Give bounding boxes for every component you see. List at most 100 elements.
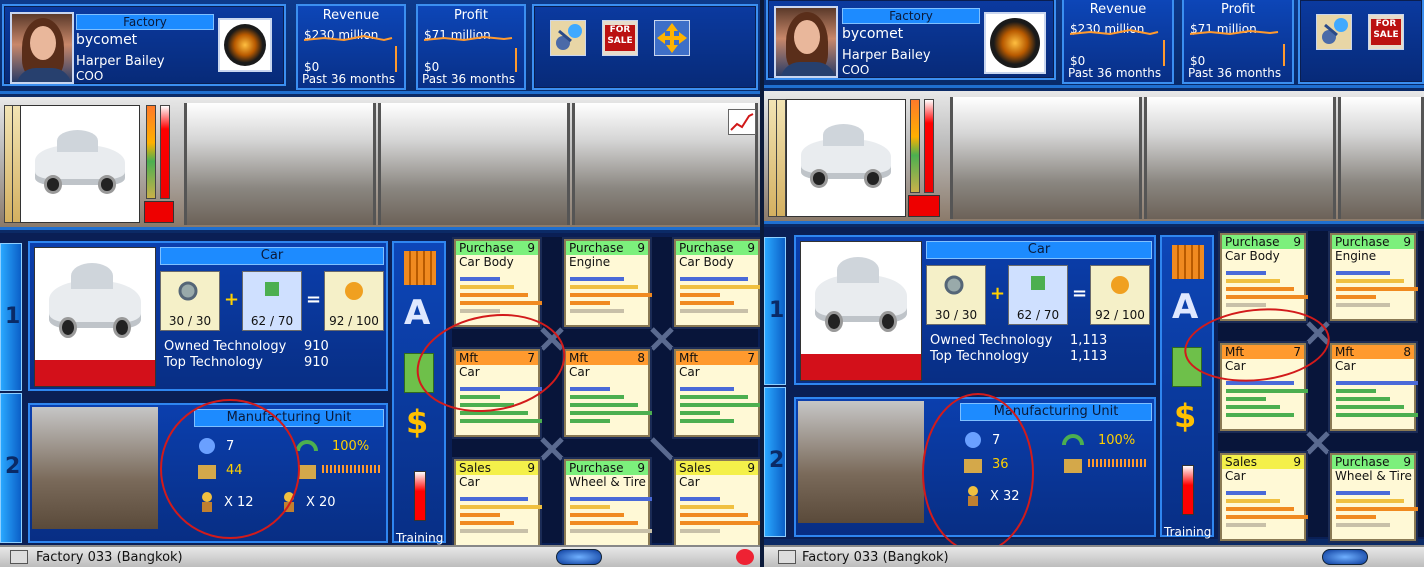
side-tab-1[interactable]: 1 <box>0 243 22 391</box>
operation-card[interactable]: Mft 7 Car <box>674 349 760 437</box>
pencil-icon[interactable] <box>10 550 28 564</box>
unit-slot-1[interactable] <box>184 103 376 225</box>
person-role: COO <box>842 63 870 77</box>
tech-c[interactable]: 92 / 100 <box>324 271 384 331</box>
for-sale-label: FOR SALE <box>1371 19 1401 45</box>
operation-level: 9 <box>747 461 755 475</box>
operation-level: 9 <box>1403 455 1411 469</box>
tech-a[interactable]: 30 / 30 <box>160 271 220 331</box>
graph-icon[interactable] <box>728 109 756 135</box>
tech-b-value: 62 / 70 <box>250 314 294 328</box>
operation-type: Purchase 9 <box>566 241 648 255</box>
red-indicator <box>144 201 174 223</box>
assign-person-icon[interactable] <box>550 20 586 56</box>
operation-type-label: Purchase <box>1335 235 1390 249</box>
manager-box[interactable]: Factory bycomet Harper Bailey COO <box>2 4 286 86</box>
product-thumbnail[interactable] <box>34 247 156 387</box>
unit-slot-2[interactable] <box>378 103 570 225</box>
globe-icon[interactable] <box>1322 549 1368 565</box>
operation-card[interactable]: Sales 9 Car <box>674 459 760 547</box>
for-sale-label: FOR SALE <box>605 25 635 51</box>
operation-level: 9 <box>527 241 535 255</box>
tech-c-value: 92 / 100 <box>329 314 379 328</box>
manager-box[interactable]: Factory bycomet Harper Bailey COO <box>766 0 1056 80</box>
training-thermometer-icon[interactable] <box>414 471 426 521</box>
operation-bars <box>680 277 760 321</box>
flask-icon <box>265 282 279 296</box>
tech-c[interactable]: 92 / 100 <box>1090 265 1150 325</box>
operation-card[interactable]: Purchase 9 Car Body <box>674 239 760 327</box>
assign-person-icon[interactable] <box>1316 14 1352 50</box>
operation-card[interactable]: Sales 9 Car <box>1220 453 1308 541</box>
tech-b-value: 62 / 70 <box>1016 308 1060 322</box>
operation-type-label: Purchase <box>679 241 734 255</box>
operation-card[interactable]: Mft 8 Car <box>1330 343 1418 431</box>
tool-column: A $ Training <box>1160 235 1214 539</box>
profit-chart[interactable]: Profit $71 million $0 Past 36 months <box>1182 0 1294 84</box>
move-arrows-icon[interactable] <box>654 20 690 56</box>
product-image[interactable] <box>786 99 906 217</box>
profit-sparkline <box>1190 29 1285 66</box>
globe-icon[interactable] <box>556 549 602 565</box>
plus-sign-icon: + <box>990 283 1006 304</box>
money-icon[interactable]: $ <box>406 403 428 441</box>
operation-bars <box>680 497 760 541</box>
operation-card[interactable]: Purchase 9 Wheel & Tire <box>564 459 652 547</box>
for-sale-icon[interactable]: FOR SALE <box>602 20 638 56</box>
company-logo-icon <box>984 12 1046 74</box>
product-name: Car <box>926 241 1152 259</box>
operation-type-label: Purchase <box>1335 455 1390 469</box>
status-text: Factory 033 (Bangkok) <box>36 550 183 565</box>
operation-level: 9 <box>637 461 645 475</box>
tech-a[interactable]: 30 / 30 <box>926 265 986 325</box>
product-thumbnail[interactable] <box>800 241 922 381</box>
unit-slot-1[interactable] <box>950 97 1142 219</box>
gear-icon <box>178 281 198 301</box>
operation-card[interactable]: Purchase 9 Engine <box>564 239 652 327</box>
operation-item: Car <box>679 475 700 489</box>
unit-slot-3[interactable] <box>1338 97 1424 219</box>
pencil-icon[interactable] <box>778 550 796 564</box>
for-sale-icon[interactable]: FOR SALE <box>1368 14 1404 50</box>
operation-card[interactable]: Sales 9 Car <box>454 459 542 547</box>
left-factory-panel: Factory bycomet Harper Bailey COO Revenu… <box>0 0 760 567</box>
operation-card[interactable]: Purchase 9 Wheel & Tire <box>1330 453 1418 541</box>
side-tab-2[interactable]: 2 <box>764 387 786 537</box>
quality-gauge <box>910 99 920 193</box>
operation-level: 9 <box>747 241 755 255</box>
operation-item: Wheel & Tire <box>1335 469 1412 483</box>
revenue-title: Revenue <box>322 8 380 23</box>
operation-bars <box>460 497 542 541</box>
operation-card[interactable]: Purchase 9 Engine <box>1330 233 1418 321</box>
status-text: Factory 033 (Bangkok) <box>802 550 949 565</box>
side-tab-1[interactable]: 1 <box>764 237 786 385</box>
tech-b[interactable]: 62 / 70 <box>242 271 302 331</box>
factory-floor-image[interactable] <box>32 407 158 529</box>
operation-level: 9 <box>1293 235 1301 249</box>
category-label: Factory <box>842 8 980 24</box>
tech-a-value: 30 / 30 <box>934 308 978 322</box>
factory-detail: 1 2 Car 30 / 30 + 62 / 70 = 92 / 100 Own… <box>0 233 760 547</box>
compass-icon[interactable]: A <box>404 293 430 333</box>
revenue-chart[interactable]: Revenue $230 million $0 Past 36 months <box>296 4 406 90</box>
money-icon[interactable]: $ <box>1174 397 1196 435</box>
product-info: Car 30 / 30 + 62 / 70 = 92 / 100 Owned T… <box>28 241 388 391</box>
alert-icon[interactable] <box>736 549 754 565</box>
unit-efficiency: 100% <box>332 439 370 454</box>
product-image[interactable] <box>20 105 140 223</box>
tech-b[interactable]: 62 / 70 <box>1008 265 1068 325</box>
books-icon[interactable] <box>1172 245 1204 279</box>
factory-floor-image[interactable] <box>798 401 924 523</box>
operation-card[interactable]: Mft 8 Car <box>564 349 652 437</box>
red-annotation-circle <box>922 393 1034 553</box>
books-icon[interactable] <box>404 251 436 285</box>
training-thermometer-icon[interactable] <box>1182 465 1194 515</box>
factory-layout-strip <box>0 97 760 230</box>
unit-slot-2[interactable] <box>1144 97 1336 219</box>
compass-icon[interactable]: A <box>1172 287 1198 327</box>
operation-type-label: Mft <box>569 351 589 365</box>
revenue-chart[interactable]: Revenue $230 million $0 Past 36 months <box>1062 0 1174 84</box>
profit-chart[interactable]: Profit $71 million $0 Past 36 months <box>416 4 526 90</box>
supply-boxes-icon <box>1064 459 1082 473</box>
side-tab-2[interactable]: 2 <box>0 393 22 543</box>
